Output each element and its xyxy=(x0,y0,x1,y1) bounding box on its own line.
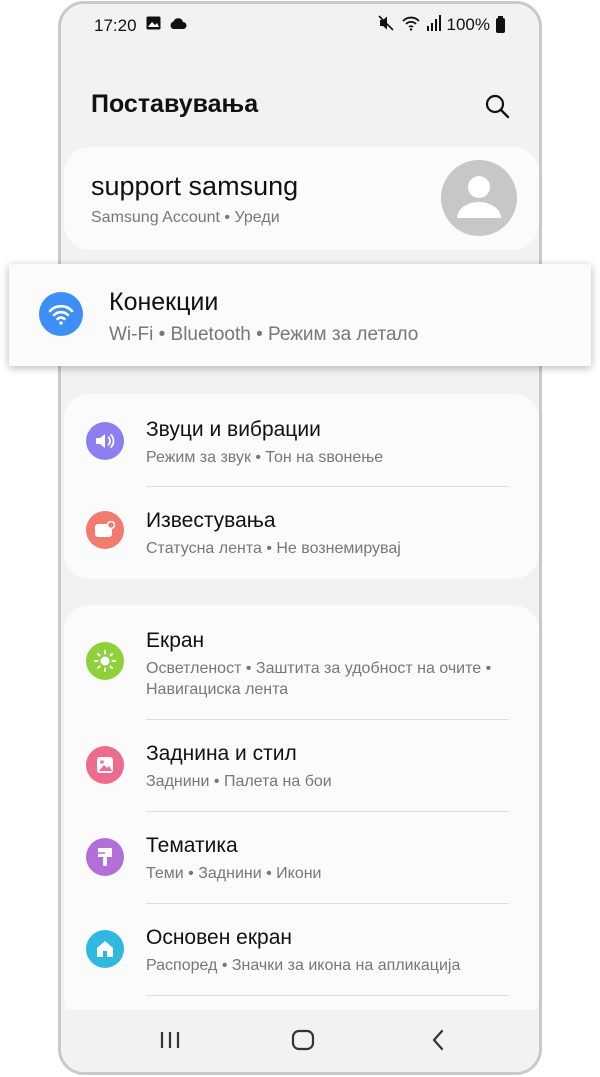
home-button-icon xyxy=(291,1029,315,1051)
mute-icon xyxy=(377,14,395,36)
item-title: Тематика xyxy=(146,834,238,857)
item-title: Звуци и вибрации xyxy=(146,418,321,441)
settings-group-1: Звуци и вибрации Режим за звук • Тон на … xyxy=(64,394,539,579)
recents-icon xyxy=(160,1032,180,1048)
notification-icon xyxy=(86,511,124,549)
navigation-bar xyxy=(61,1010,539,1072)
avatar[interactable] xyxy=(441,160,517,236)
home-button[interactable] xyxy=(286,1026,320,1054)
list-item-display[interactable]: Екран Осветленост • Заштита за удобност … xyxy=(64,605,539,719)
phone-frame: 17:20 100% Поставувања support samsung S… xyxy=(58,1,542,1075)
person-icon xyxy=(457,176,501,218)
item-title: Конекции xyxy=(109,288,219,316)
item-title: Екран xyxy=(146,629,205,652)
item-subtitle: Заднини • Палета на бои xyxy=(146,773,332,790)
signal-icon xyxy=(426,14,441,36)
list-item-notifications[interactable]: Известувања Статусна лента • Не вознемир… xyxy=(64,487,539,579)
back-icon xyxy=(432,1029,444,1051)
brush-icon xyxy=(86,838,124,876)
item-title: Заднина и стил xyxy=(146,742,297,765)
recents-button[interactable] xyxy=(153,1026,187,1054)
wifi-icon xyxy=(39,292,83,336)
item-title: Известувања xyxy=(146,509,276,532)
item-title: Основен екран xyxy=(146,926,292,949)
account-name: support samsung xyxy=(91,171,299,201)
divider xyxy=(146,995,509,996)
item-subtitle: Теми • Заднини • Икони xyxy=(146,865,322,882)
settings-group-2: Екран Осветленост • Заштита за удобност … xyxy=(64,605,539,1025)
connections-item[interactable]: Конекции Wi-Fi • Bluetooth • Режим за ле… xyxy=(9,264,591,366)
account-subtitle: Samsung Account • Уреди xyxy=(91,209,280,226)
back-button[interactable] xyxy=(421,1026,455,1054)
item-subtitle: Статусна лента • Не вознемирувај xyxy=(146,540,401,557)
battery-icon xyxy=(496,15,505,33)
list-item-sounds[interactable]: Звуци и вибрации Режим за звук • Тон на … xyxy=(64,394,539,486)
account-card[interactable]: support samsung Samsung Account • Уреди xyxy=(64,147,539,250)
search-icon xyxy=(485,94,510,119)
page-title: Поставувања xyxy=(91,90,259,118)
status-time: 17:20 xyxy=(94,16,137,35)
image-icon xyxy=(146,15,161,35)
sun-icon xyxy=(86,642,124,680)
status-bar: 17:20 100% xyxy=(61,4,539,46)
item-subtitle: Осветленост • Заштита за удобност на очи… xyxy=(146,660,492,698)
battery-percent: 100% xyxy=(446,15,490,34)
list-item-home-screen[interactable]: Основен екран Распоред • Значки за икона… xyxy=(64,904,539,995)
home-icon xyxy=(86,930,124,968)
list-item-themes[interactable]: Тематика Теми • Заднини • Икони xyxy=(64,812,539,903)
speaker-icon xyxy=(86,422,124,460)
picture-icon xyxy=(86,746,124,784)
search-button[interactable] xyxy=(481,90,513,122)
item-subtitle: Режим за звук • Тон на ѕвонење xyxy=(146,449,384,466)
item-subtitle: Wi-Fi • Bluetooth • Режим за летало xyxy=(109,324,419,345)
wifi-icon xyxy=(401,15,421,36)
item-subtitle: Распоред • Значки за икона на апликација xyxy=(146,957,461,974)
cloud-icon xyxy=(169,15,187,35)
list-item-wallpaper[interactable]: Заднина и стил Заднини • Палета на бои xyxy=(64,720,539,811)
